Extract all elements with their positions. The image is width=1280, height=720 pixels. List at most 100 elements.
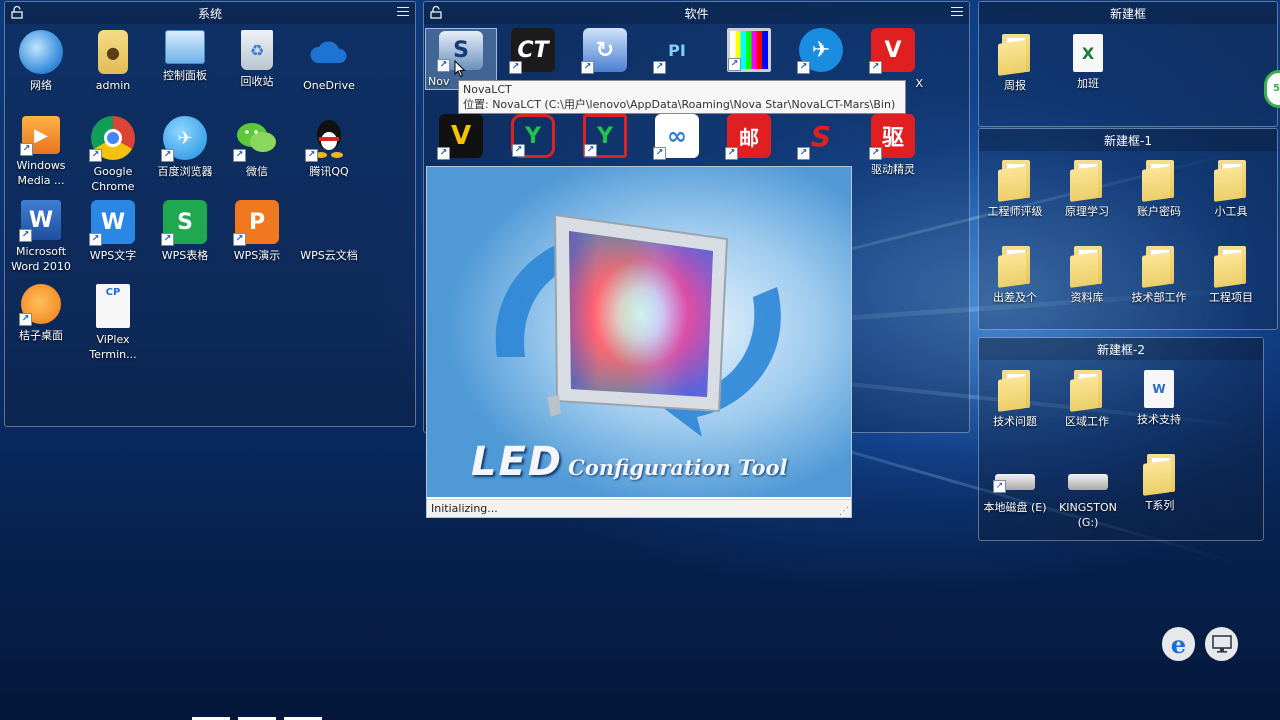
fence-new-2-header[interactable]: 新建框-2	[979, 338, 1263, 360]
desktop-icon-kingston-g[interactable]: KINGSTON (G:)	[1052, 468, 1124, 540]
desktop-quick-tray: e	[1162, 624, 1238, 664]
desktop-icon-label: 加班	[1077, 77, 1099, 90]
fence-software-header[interactable]: 软件	[424, 2, 969, 24]
desktop-icon-label: 控制面板	[163, 69, 207, 82]
splash-artwork: LED Configuration Tool	[427, 167, 851, 497]
show-desktop-button[interactable]	[1205, 627, 1238, 661]
desktop-icon-wps-cloud[interactable]: WPS云文档	[293, 200, 365, 280]
folder-icon	[1214, 160, 1248, 202]
y-green-icon: Y ↗	[511, 114, 555, 158]
desktop-icon-label: 账户密码	[1137, 205, 1181, 218]
unlock-icon[interactable]	[430, 6, 442, 19]
viplex-icon: CP	[96, 284, 130, 328]
desktop-icon-qq[interactable]: ↗ 腾讯QQ	[293, 116, 365, 196]
desktop-icon-windows-media[interactable]: ▶ ↗ Windows Media ...	[5, 116, 77, 196]
desktop-icon-wps-presentation[interactable]: P ↗ WPS演示	[221, 200, 293, 280]
desktop-icon-viplex[interactable]: CP ViPlex Termin...	[77, 284, 149, 364]
chrome-icon: ↗	[89, 116, 135, 162]
wechat-icon: ↗	[233, 116, 279, 162]
fence-software-title: 软件	[684, 6, 709, 21]
airplane-icon: ✈ ↗	[797, 28, 843, 74]
desktop-icon-control-panel[interactable]: 控制面板	[149, 30, 221, 110]
desktop-icon-word[interactable]: W ↗ Microsoft Word 2010	[5, 200, 77, 280]
menu-icon[interactable]	[951, 7, 963, 18]
desktop-icon-library[interactable]: 资料库	[1051, 246, 1123, 326]
desktop-icon-label: 回收站	[240, 75, 274, 88]
desktop-icon-chrome[interactable]: ↗ Google Chrome	[77, 116, 149, 196]
desktop-icon-local-disk-e[interactable]: ↗ 本地磁盘 (E)	[979, 468, 1051, 540]
desktop-icon-label: 工程师评级	[987, 205, 1043, 218]
fence-new-header[interactable]: 新建框	[979, 2, 1277, 24]
wps-spreadsheet-icon: S ↗	[161, 200, 207, 246]
desktop-icon-label: ViPlex Termin...	[89, 333, 137, 361]
desktop-icon-projects[interactable]: 工程项目	[1195, 246, 1267, 326]
desktop-icon-driver-wizard[interactable]: 驱 ↗ 驱动精灵	[857, 114, 929, 194]
ct-icon: CT ↗	[509, 28, 555, 74]
desktop-icon-t-series[interactable]: T系列	[1124, 454, 1196, 534]
desktop-icon-baidu-browser[interactable]: ✈ ↗ 百度浏览器	[149, 116, 221, 196]
folder-icon	[1142, 160, 1176, 202]
desktop-icon-engineer-rating[interactable]: 工程师评级	[979, 160, 1051, 240]
novalct-splash-window: LED Configuration Tool Initializing... ⋰	[426, 166, 852, 518]
folder-icon	[1214, 246, 1248, 288]
desktop-icon-label: 工程项目	[1209, 291, 1253, 304]
folder-icon	[998, 160, 1032, 202]
desktop-icon-label: Windows Media ...	[16, 159, 66, 187]
desktop-icon-label: 百度浏览器	[157, 165, 213, 178]
desktop-icon-admin[interactable]: ● admin	[77, 30, 149, 110]
resize-grip-icon[interactable]: ⋰	[839, 506, 849, 517]
folder-icon	[1143, 454, 1177, 496]
unlock-icon[interactable]	[11, 6, 23, 19]
icon-tooltip: NovaLCT 位置: NovaLCT (C:\用户\lenovo\AppDat…	[458, 80, 906, 114]
desktop-icon-overtime[interactable]: X 加班	[1052, 34, 1124, 114]
desktop-icon-onedrive[interactable]: OneDrive	[293, 30, 365, 110]
mail-icon: 邮 ↗	[725, 114, 771, 160]
word-icon: W ↗	[19, 200, 61, 242]
fence-system-header[interactable]: 系统	[5, 2, 415, 24]
desktop-icon-label: 技术部工作	[1131, 291, 1187, 304]
desktop-icon-label: 原理学习	[1065, 205, 1109, 218]
desktop-icon-principle-study[interactable]: 原理学习	[1051, 160, 1123, 240]
notification-badge[interactable]: 52	[1264, 70, 1280, 108]
fence-new-1-title: 新建框-1	[1104, 133, 1152, 148]
desktop-icon-wps-writer[interactable]: W ↗ WPS文字	[77, 200, 149, 280]
folder-icon	[998, 34, 1032, 76]
desktop-icon-label: 技术问题	[993, 415, 1037, 428]
desktop-icon-label: 周报	[1004, 79, 1026, 92]
windows-media-icon: ▶ ↗	[20, 116, 60, 156]
ie-icon: e	[1170, 629, 1187, 659]
y-red-icon: Y ↗	[583, 114, 627, 158]
splash-status-bar: Initializing... ⋰	[427, 499, 851, 517]
fence-new-1-header[interactable]: 新建框-1	[979, 129, 1277, 151]
tooltip-path: 位置: NovaLCT (C:\用户\lenovo\AppData\Roamin…	[463, 98, 896, 111]
desktop-icon-tech-dept-work[interactable]: 技术部工作	[1123, 246, 1195, 326]
desktop-icon-tech-issues[interactable]: 技术问题	[979, 370, 1051, 450]
baidu-cloud-icon: ∞ ↗	[653, 114, 699, 160]
menu-icon[interactable]	[397, 7, 409, 18]
desktop-icon-orange-desktop[interactable]: ↗ 桔子桌面	[5, 284, 77, 364]
desktop-icon-recycle-bin[interactable]: ♻ 回收站	[221, 30, 293, 110]
wps-cloud-icon	[307, 200, 351, 244]
desktop-icon-weekly-report[interactable]: 周报	[979, 34, 1051, 114]
monitor-icon	[1211, 635, 1232, 653]
badge-value: 52	[1273, 83, 1280, 94]
folder-icon	[998, 246, 1032, 288]
monitor-test-icon: ↗	[727, 28, 771, 72]
wps-writer-icon: W ↗	[89, 200, 135, 246]
splash-title: LED Configuration Tool	[471, 439, 787, 485]
desktop-icon-tech-support[interactable]: W 技术支持	[1123, 370, 1195, 450]
desktop-icon-wechat[interactable]: ↗ 微信	[221, 116, 293, 196]
desktop-icon-account-password[interactable]: 账户密码	[1123, 160, 1195, 240]
desktop-icon-label: Microsoft Word 2010	[11, 245, 71, 273]
desktop-icon-business-trip[interactable]: 出差及个	[979, 246, 1051, 326]
desktop-icon-label: Google Chrome	[91, 165, 135, 193]
sync-icon: ↻ ↗	[581, 28, 627, 74]
desktop-icon-wps-spreadsheet[interactable]: S ↗ WPS表格	[149, 200, 221, 280]
desktop-icon-label: KINGSTON (G:)	[1059, 501, 1117, 529]
desktop-icon-label: 技术支持	[1137, 413, 1181, 426]
edge-browser-button[interactable]: e	[1162, 627, 1195, 661]
splash-title-led: LED	[471, 439, 564, 485]
desktop-icon-regional-work[interactable]: 区域工作	[1051, 370, 1123, 450]
desktop-icon-tools[interactable]: 小工具	[1195, 160, 1267, 240]
desktop-icon-network[interactable]: 网络	[5, 30, 77, 110]
